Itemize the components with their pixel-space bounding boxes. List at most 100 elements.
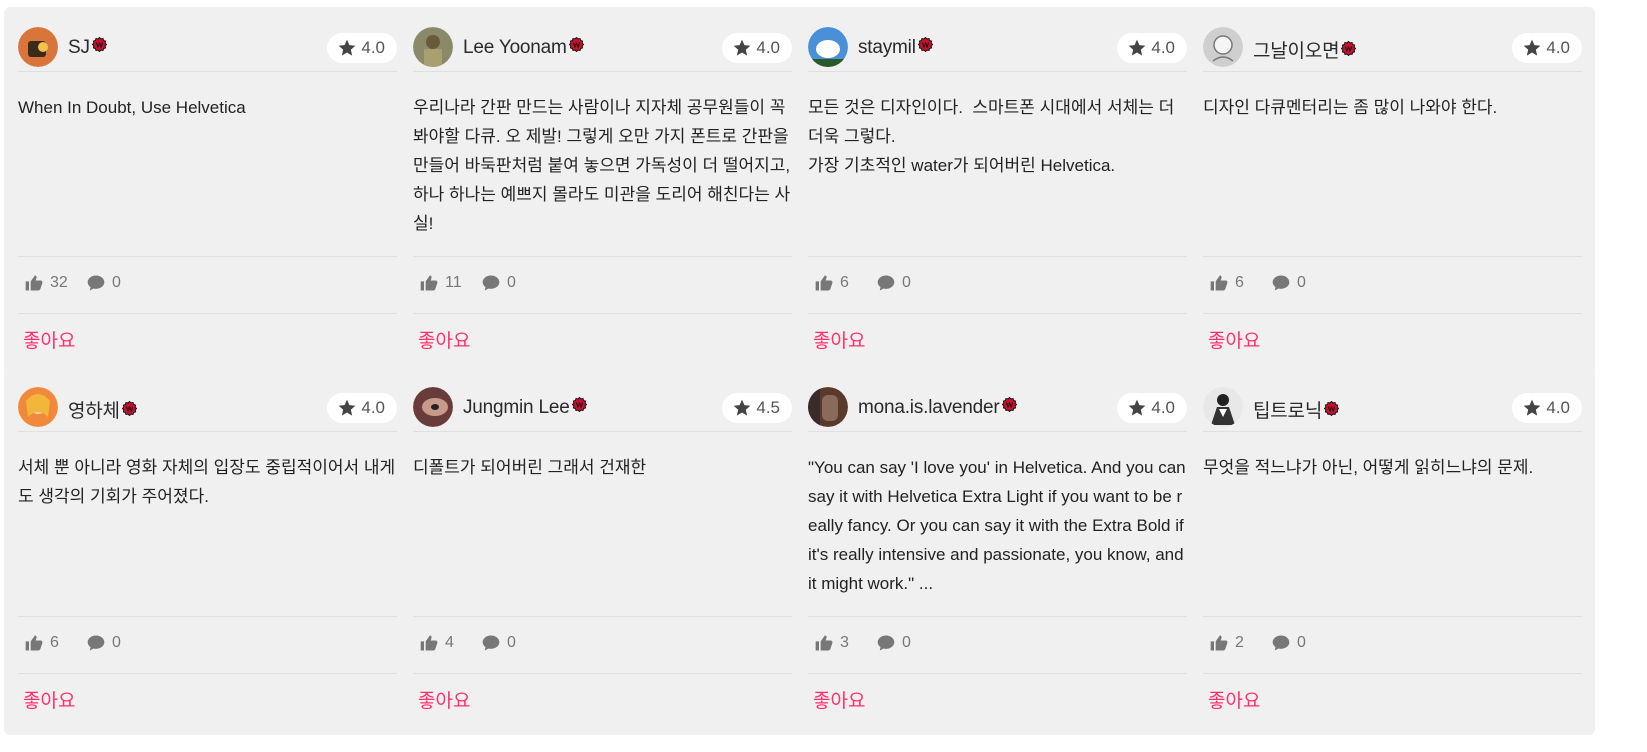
card-header: Lee Yoonam W 4.0 (413, 21, 792, 72)
user-name[interactable]: Jungmin Lee W (463, 396, 587, 419)
svg-text:W: W (573, 40, 581, 49)
like-count-value: 32 (50, 274, 68, 291)
user-name[interactable]: staymil W (858, 36, 933, 59)
verified-badge-icon: W (121, 400, 138, 417)
like-count: 32 (24, 273, 68, 293)
comment-count: 0 (86, 633, 121, 653)
rating-value: 4.0 (1151, 398, 1175, 417)
user-name-text[interactable]: staymil (858, 37, 916, 58)
thumbs-up-icon (419, 633, 439, 653)
rating-value: 4.5 (756, 398, 780, 417)
svg-text:W: W (1006, 400, 1014, 409)
avatar[interactable] (808, 27, 848, 67)
card-header: Jungmin Lee W 4.5 (413, 381, 792, 432)
rating-value: 4.0 (361, 38, 385, 57)
comment-card: Jungmin Lee W 4.5 디폴트가 되어버린 그래서 건재한 4 0 좋… (399, 367, 805, 735)
comment-count: 0 (876, 273, 911, 293)
comment-count-value: 0 (507, 634, 516, 651)
user-name[interactable]: SJ W (68, 36, 107, 59)
avatar[interactable] (1203, 27, 1243, 67)
comment-count-value: 0 (112, 634, 121, 651)
like-count: 6 (1209, 273, 1244, 293)
comment-text[interactable]: "You can say 'I love you' in Helvetica. … (808, 453, 1188, 598)
avatar[interactable] (18, 27, 58, 67)
stats-row: 6 0 (808, 256, 1187, 314)
avatar[interactable] (1203, 387, 1243, 427)
comment-text[interactable]: 디자인 다큐멘터리는 좀 많이 나와야 한다. (1203, 93, 1583, 122)
comment-count-value: 0 (1297, 274, 1306, 291)
rating-badge: 4.5 (722, 393, 792, 423)
star-icon (732, 398, 752, 418)
thumbs-up-icon (24, 633, 44, 653)
verified-badge-icon: W (1323, 400, 1340, 417)
avatar[interactable] (18, 387, 58, 427)
avatar[interactable] (808, 387, 848, 427)
speech-bubble-icon (1271, 633, 1291, 653)
thumbs-up-icon (814, 273, 834, 293)
speech-bubble-icon (86, 633, 106, 653)
like-count: 3 (814, 633, 849, 653)
card-header: mona.is.lavender W 4.0 (808, 381, 1187, 432)
user-name-text[interactable]: 그날이오면 (1253, 41, 1340, 62)
comment-count-value: 0 (112, 274, 121, 291)
comment-count-value: 0 (507, 274, 516, 291)
comment-text[interactable]: When In Doubt, Use Helvetica (18, 93, 398, 122)
card-header: 영하체 W 4.0 (18, 381, 397, 432)
stats-row: 32 0 (18, 256, 397, 314)
svg-text:W: W (576, 400, 584, 409)
user-name[interactable]: 그날이오면 W (1253, 36, 1357, 63)
comment-text[interactable]: 무엇을 적느냐가 아닌, 어떻게 읽히느냐의 문제. (1203, 453, 1583, 482)
comment-card: Lee Yoonam W 4.0 우리나라 간판 만드는 사람이나 지자체 공무원… (399, 7, 805, 375)
rating-value: 4.0 (756, 38, 780, 57)
like-count: 11 (419, 273, 462, 293)
user-name[interactable]: Lee Yoonam W (463, 36, 584, 59)
comment-text[interactable]: 서체 뿐 아니라 영화 자체의 입장도 중립적이어서 내게도 생각의 기회가 주… (18, 453, 398, 511)
avatar[interactable] (413, 387, 453, 427)
like-button[interactable]: 좋아요 (418, 326, 470, 353)
card-header: SJ W 4.0 (18, 21, 397, 72)
like-button[interactable]: 좋아요 (418, 686, 470, 713)
user-name-text[interactable]: Lee Yoonam (463, 37, 567, 58)
stats-row: 11 0 (413, 256, 792, 314)
comment-count: 0 (481, 273, 516, 293)
stats-row: 6 0 (1203, 256, 1582, 314)
verified-badge-icon: W (571, 396, 587, 413)
speech-bubble-icon (876, 273, 896, 293)
comment-text[interactable]: 우리나라 간판 만드는 사람이나 지자체 공무원들이 꼭 봐야할 다큐. 오 제… (413, 93, 793, 238)
comment-text[interactable]: 모든 것은 디자인이다. 스마트폰 시대에서 서체는 더더욱 그렇다. 가장 기… (808, 93, 1188, 180)
thumbs-up-icon (814, 633, 834, 653)
star-icon (1522, 38, 1542, 58)
star-icon (1127, 38, 1147, 58)
avatar[interactable] (413, 27, 453, 67)
comment-card: 그날이오면 W 4.0 디자인 다큐멘터리는 좀 많이 나와야 한다. 6 0 좋… (1189, 7, 1595, 375)
like-count-value: 2 (1235, 634, 1244, 651)
like-button[interactable]: 좋아요 (813, 326, 865, 353)
like-button[interactable]: 좋아요 (23, 686, 75, 713)
user-name-text[interactable]: SJ (68, 37, 90, 58)
user-name-text[interactable]: 팁트로닉 (1253, 401, 1322, 422)
comment-count-value: 0 (902, 274, 911, 291)
stats-row: 6 0 (18, 616, 397, 674)
user-name[interactable]: 영하체 W (68, 396, 138, 423)
user-name[interactable]: mona.is.lavender W (858, 396, 1017, 419)
like-button[interactable]: 좋아요 (813, 686, 865, 713)
user-name-text[interactable]: Jungmin Lee (463, 397, 570, 418)
like-count-value: 3 (840, 634, 849, 651)
speech-bubble-icon (481, 633, 501, 653)
card-header: 팁트로닉 W 4.0 (1203, 381, 1582, 432)
rating-badge: 4.0 (1512, 33, 1582, 63)
like-button[interactable]: 좋아요 (23, 326, 75, 353)
comment-count: 0 (1271, 273, 1306, 293)
user-name[interactable]: 팁트로닉 W (1253, 396, 1340, 423)
rating-badge: 4.0 (327, 393, 397, 423)
like-count: 6 (814, 273, 849, 293)
like-button[interactable]: 좋아요 (1208, 686, 1260, 713)
like-button[interactable]: 좋아요 (1208, 326, 1260, 353)
svg-text:W: W (1328, 404, 1336, 413)
user-name-text[interactable]: mona.is.lavender (858, 397, 1000, 418)
svg-text:W: W (126, 404, 134, 413)
comment-text[interactable]: 디폴트가 되어버린 그래서 건재한 (413, 453, 793, 482)
like-count: 6 (24, 633, 59, 653)
user-name-text[interactable]: 영하체 (68, 401, 120, 422)
comment-card: mona.is.lavender W 4.0 "You can say 'I lo… (794, 367, 1200, 735)
